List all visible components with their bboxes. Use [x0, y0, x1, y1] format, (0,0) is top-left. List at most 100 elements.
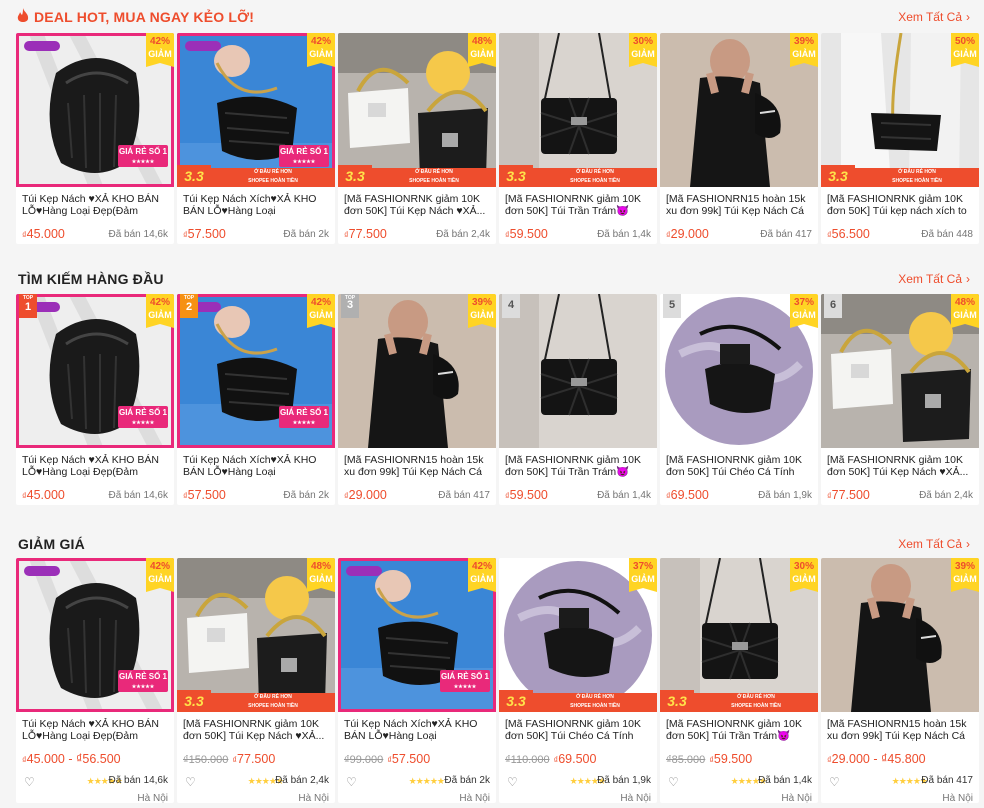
discount-label: GIẢM [631, 574, 655, 584]
chevron-right-icon: › [966, 10, 970, 24]
sold-count: Đã bán 1,9k [597, 775, 651, 786]
product-info: [Mã FASHIONRNK giảm 10K đơn 50K] Túi Kẹp… [821, 448, 979, 505]
cashback-line1: Ở ĐÂU RẺ HƠN [576, 694, 614, 700]
rank-badge: 5 [663, 294, 681, 318]
product-card[interactable]: 4 [Mã FASHIONRNK giảm 10K đơn 50K] Túi Tr… [499, 294, 657, 505]
discount-badge: 42% GIẢM [307, 33, 335, 67]
product-card[interactable]: GIÁ RẺ SỐ 1 ★★★★★ 3.3 Ở ĐÂU RẺ HƠN SHOPEE HO… [177, 33, 335, 244]
price-value: 56.500 [831, 227, 870, 241]
product-card[interactable]: 3.3 Ở ĐÂU RẺ HƠN SHOPEE HOÀN TIỀN 50% GIẢM [M… [821, 33, 979, 244]
heart-icon[interactable]: ♡ [24, 775, 35, 789]
original-price: ₫85.000 [666, 754, 706, 766]
product-image: 3.3 Ở ĐÂU RẺ HƠN SHOPEE HOÀN TIỀN 30% GIẢM [660, 558, 818, 712]
discount-badge: 37% GIẢM [790, 294, 818, 328]
price-row: ₫150.000 ₫77.500 [183, 749, 329, 771]
sold-count: Đã bán 2k [283, 490, 329, 501]
product-card[interactable]: 3.3 Ở ĐÂU RẺ HƠN SHOPEE HOÀN TIỀN 30% GIẢM [M… [499, 33, 657, 244]
product-card[interactable]: 3.3 Ở ĐÂU RẺ HƠN SHOPEE HOÀN TIỀN 48% GIẢM [M… [177, 558, 335, 803]
rank-top-label: TOP [22, 295, 34, 301]
cashback-line1: Ở ĐÂU RẺ HƠN [254, 169, 292, 175]
product-name: Túi Kẹp Nách Xích♥XẢ KHO BÁN LỖ♥Hàng Loạ… [344, 718, 478, 742]
product-price: ₫85.000 ₫59.500 [666, 752, 752, 766]
price-value: 29.000 - ₫45.800 [831, 752, 926, 766]
price-row: ₫57.500 Đã bán 2k [183, 224, 329, 244]
product-card[interactable]: 3.3 Ở ĐÂU RẺ HƠN SHOPEE HOÀN TIỀN 48% GIẢM [M… [338, 33, 496, 244]
campaign-33-badge: 3.3 Ở ĐÂU RẺ HƠN SHOPEE HOÀN TIỀN [821, 165, 979, 187]
rank-number: 4 [507, 299, 515, 311]
discount-badge: 50% GIẢM [951, 33, 979, 67]
product-name: Túi Kẹp Nách Xích♥XẢ KHO BÁN LỖ♥Hàng Loạ… [183, 454, 317, 478]
discount-label: GIẢM [148, 574, 172, 584]
sold-count: Đã bán 1,9k [758, 490, 812, 501]
heart-icon[interactable]: ♡ [185, 775, 196, 789]
shop-location: Hà Nội [781, 793, 812, 803]
discount-label: GIẢM [309, 574, 333, 584]
discount-label: GIẢM [631, 49, 655, 59]
cashback-bar: Ở ĐÂU RẺ HƠN SHOPEE HOÀN TIỀN [694, 693, 818, 712]
discount-percent: 48% [471, 36, 492, 47]
heart-icon[interactable]: ♡ [507, 775, 518, 789]
discount-percent: 30% [793, 561, 814, 572]
see-all-label: Xem Tất Cả [898, 537, 962, 551]
product-card[interactable]: GIÁ RẺ SỐ 1 ★★★★★ TOP 1 42% GIẢM Túi Kẹp Nách … [16, 294, 174, 505]
price-value: 77.500 [348, 227, 387, 241]
flame-icon [17, 8, 29, 22]
product-card[interactable]: TOP 3 39% GIẢM [Mã FASHIONRN15 hoàn 15k xu đ… [338, 294, 496, 505]
see-all-link[interactable]: Xem Tất Cả › [898, 537, 970, 551]
sold-count: Đã bán 2k [283, 229, 329, 240]
see-all-link[interactable]: Xem Tất Cả › [898, 272, 970, 286]
product-image: 3.3 Ở ĐÂU RẺ HƠN SHOPEE HOÀN TIỀN 50% GIẢM [821, 33, 979, 187]
price-value: 57.500 [391, 752, 431, 766]
section-title: TÌM KIẾM HÀNG ĐẦU [18, 271, 164, 287]
sold-count: Đã bán 1,4k [597, 490, 651, 501]
rank-top-label: TOP [344, 295, 356, 301]
price-row: ₫85.000 ₫59.500 [666, 749, 812, 771]
discount-percent: 37% [632, 561, 653, 572]
shop-location: Hà Nội [942, 793, 973, 803]
product-name: [Mã FASHIONRN15 hoàn 15k xu đơn 99k] Túi… [344, 454, 484, 478]
product-image: GIÁ RẺ SỐ 1 ★★★★★ 42% GIẢM [338, 558, 496, 712]
price-row: ₫57.500 Đã bán 2k [183, 485, 329, 505]
product-card[interactable]: 3.3 Ở ĐÂU RẺ HƠN SHOPEE HOÀN TIỀN 37% GIẢM [M… [499, 558, 657, 803]
sold-count: Đã bán 417 [921, 775, 973, 786]
product-name: Túi Kẹp Nách Xích♥XẢ KHO BÁN LỖ♥Hàng Loạ… [183, 193, 317, 217]
gia-re-label: GIÁ RẺ SỐ 1 [118, 147, 167, 156]
rank-number: 5 [668, 299, 676, 311]
product-card[interactable]: 39% GIẢM [Mã FASHIONRN15 hoàn 15k xu đơn 9… [660, 33, 818, 244]
product-card[interactable]: 6 48% GIẢM [Mã FASHIONRNK giảm 10K đơn 50K]… [821, 294, 979, 505]
heart-icon[interactable]: ♡ [829, 775, 840, 789]
discount-percent: 37% [793, 297, 814, 308]
discount-label: GIẢM [148, 310, 172, 320]
meta-row: ♡ ★★★★★ Đã bán 1,4k Hà Nội [666, 775, 812, 803]
product-image: GIÁ RẺ SỐ 1 ★★★★★ 3.3 Ở ĐÂU RẺ HƠN SHOPEE HO… [177, 33, 335, 187]
rating-stars: ★★★★★ [408, 776, 445, 786]
product-info: [Mã FASHIONRNK giảm 10K đơn 50K] Túi Ché… [660, 448, 818, 505]
product-info: [Mã FASHIONRNK giảm 10K đơn 50K] Túi Trầ… [660, 712, 818, 803]
product-card[interactable]: 5 37% GIẢM [Mã FASHIONRNK giảm 10K đơn 50K]… [660, 294, 818, 505]
cashback-line1: Ở ĐÂU RẺ HƠN [415, 169, 453, 175]
product-card[interactable]: GIÁ RẺ SỐ 1 ★★★★★ 42% GIẢM Túi Kẹp Nách Xích… [338, 558, 496, 803]
price-row: ₫110.000 ₫69.500 [505, 749, 651, 771]
discount-label: GIẢM [792, 49, 816, 59]
heart-icon[interactable]: ♡ [668, 775, 679, 789]
product-image: 39% GIẢM [821, 558, 979, 712]
cashback-line1: Ở ĐÂU RẺ HƠN [898, 169, 936, 175]
cashback-bar: Ở ĐÂU RẺ HƠN SHOPEE HOÀN TIỀN [533, 168, 657, 187]
price-row: ₫29.000 Đã bán 417 [344, 485, 490, 505]
see-all-link[interactable]: Xem Tất Cả › [898, 10, 970, 24]
discount-label: GIẢM [953, 49, 977, 59]
product-card[interactable]: 39% GIẢM [Mã FASHIONRN15 hoàn 15k xu đơn 9… [821, 558, 979, 803]
product-card[interactable]: GIÁ RẺ SỐ 1 ★★★★★ 42% GIẢM Túi Kẹp Nách ♥XẢ … [16, 558, 174, 803]
campaign-33-label: 3.3 [499, 165, 533, 187]
mall-tag [24, 566, 60, 576]
product-card[interactable]: GIÁ RẺ SỐ 1 ★★★★★ TOP 2 42% GIẢM Túi Kẹp Nách … [177, 294, 335, 505]
heart-icon[interactable]: ♡ [346, 775, 357, 789]
product-card[interactable]: GIÁ RẺ SỐ 1 ★★★★★ 42% GIẢM Túi Kẹp Nách ♥XẢ … [16, 33, 174, 244]
gia-re-label: GIÁ RẺ SỐ 1 [118, 408, 167, 417]
price-value: 59.500 [509, 227, 548, 241]
discount-badge: 39% GIẢM [951, 558, 979, 592]
product-card[interactable]: 3.3 Ở ĐÂU RẺ HƠN SHOPEE HOÀN TIỀN 30% GIẢM [M… [660, 558, 818, 803]
price-row: ₫59.500 Đã bán 1,4k [505, 224, 651, 244]
discount-label: GIẢM [953, 310, 977, 320]
discount-label: GIẢM [470, 49, 494, 59]
